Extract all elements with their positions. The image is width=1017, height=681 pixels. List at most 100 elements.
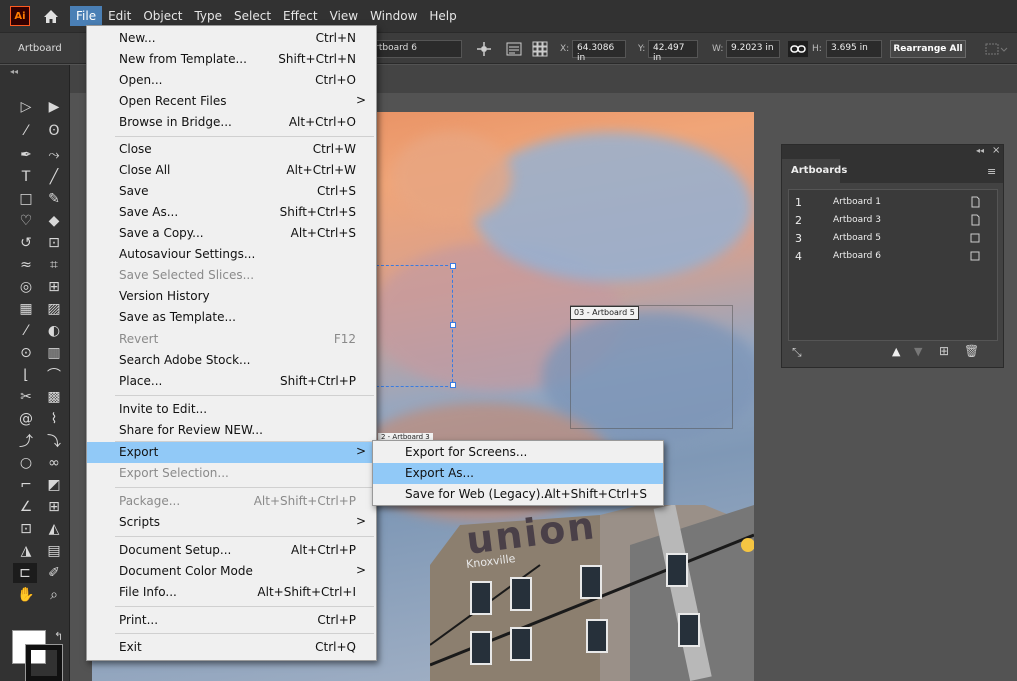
menu-item-exit[interactable]: Exit Ctrl+Q xyxy=(87,637,376,658)
menu-item-close[interactable]: Close Ctrl+W xyxy=(87,139,376,160)
width-tool-icon[interactable]: ≈ xyxy=(14,255,38,275)
menu-item-document-color-mode[interactable]: Document Color Mode > xyxy=(87,561,376,582)
line-tool-icon[interactable]: ╱ xyxy=(42,167,66,187)
crop-tool-icon[interactable]: ⊡ xyxy=(14,519,38,539)
zoom-tool-icon[interactable]: ⌕ xyxy=(42,585,66,605)
constrain-proportions-button[interactable] xyxy=(788,41,808,57)
column-graph-tool-icon[interactable]: ▥ xyxy=(42,343,66,363)
swap-colors-icon[interactable]: ↰ xyxy=(54,630,63,643)
artboard-tool-icon[interactable]: ⊏ xyxy=(13,563,37,583)
symbol-sprayer-tool-icon[interactable]: ⊙ xyxy=(14,343,38,363)
menu-window[interactable]: Window xyxy=(364,6,423,26)
artboard-options-icon[interactable] xyxy=(969,196,981,208)
rearrange-all-button[interactable]: Rearrange All xyxy=(890,40,966,58)
panel-menu-icon[interactable]: ≡ xyxy=(987,165,996,178)
menu-item-browse-in-bridge[interactable]: Browse in Bridge... Alt+Ctrl+O xyxy=(87,112,376,133)
more-options-icon[interactable] xyxy=(984,41,1008,57)
blend-tool-icon[interactable]: ◐ xyxy=(42,321,66,341)
menu-type[interactable]: Type xyxy=(188,6,228,26)
list-item[interactable]: 4 Artboard 6 xyxy=(789,247,997,265)
artboard-5-label[interactable]: 03 - Artboard 5 xyxy=(570,306,639,320)
menu-help[interactable]: Help xyxy=(423,6,462,26)
new-artboard-icon[interactable]: ⊞ xyxy=(939,344,949,358)
artboard-name-field[interactable]: Artboard 6 xyxy=(362,40,462,58)
curvature-alt-tool-icon[interactable]: ◭ xyxy=(42,519,66,539)
eraser-tool-icon[interactable]: ◆ xyxy=(42,211,66,231)
home-icon[interactable] xyxy=(40,5,62,27)
shaper-tool-icon[interactable]: ♡ xyxy=(14,211,38,231)
list-item[interactable]: 3 Artboard 5 xyxy=(789,229,997,247)
menu-select[interactable]: Select xyxy=(228,6,277,26)
reshape-tool-icon[interactable]: ⤴ xyxy=(14,431,38,451)
rearrange-artboards-icon[interactable]: ⤡ xyxy=(792,345,802,360)
live-paint-tool-icon[interactable]: ◩ xyxy=(42,475,66,495)
menu-item-new-from-template[interactable]: New from Template... Shift+Ctrl+N xyxy=(87,49,376,70)
magic-wand-tool-icon[interactable]: ⁄ xyxy=(14,121,38,141)
slice-tool-icon[interactable]: ⌊ xyxy=(14,365,38,385)
spiral-tool-icon[interactable]: @ xyxy=(14,409,38,429)
resize-handle[interactable] xyxy=(450,263,456,269)
shape-builder-tool-icon[interactable]: ◎ xyxy=(14,277,38,297)
type-tool-icon[interactable]: T xyxy=(14,167,38,187)
puppet-warp-tool-icon[interactable]: ✂ xyxy=(14,387,38,407)
h-field[interactable]: 3.695 in xyxy=(826,40,882,58)
menu-item-export[interactable]: Export > xyxy=(87,442,376,463)
pen-tool-icon[interactable]: ✒ xyxy=(14,145,38,165)
menu-item-export-as[interactable]: Export As... xyxy=(373,463,663,484)
mesh-tool-icon[interactable]: ▦ xyxy=(14,299,38,319)
direct-selection-tool-icon[interactable]: ▶ xyxy=(42,97,66,117)
stroke-swatch[interactable] xyxy=(25,644,63,681)
perspective-tool-icon[interactable]: ◮ xyxy=(14,541,38,561)
menu-item-save-as-template[interactable]: Save as Template... xyxy=(87,307,376,328)
menu-item-open-recent[interactable]: Open Recent Files > xyxy=(87,91,376,112)
menu-item-place[interactable]: Place... Shift+Ctrl+P xyxy=(87,371,376,392)
menu-item-open[interactable]: Open... Ctrl+O xyxy=(87,70,376,91)
brush-alt-tool-icon[interactable]: ✐ xyxy=(42,563,66,583)
resize-handle[interactable] xyxy=(450,322,456,328)
list-item[interactable]: 1 Artboard 1 xyxy=(789,193,997,211)
artboard-options-icon[interactable] xyxy=(969,232,981,244)
smooth-tool-icon[interactable]: ∠ xyxy=(14,497,38,517)
artboard-5-frame[interactable] xyxy=(570,305,733,429)
artboard-selection-box[interactable] xyxy=(376,263,456,388)
collapse-panel-icon[interactable]: ◂◂ xyxy=(976,146,984,155)
artboard-grid-icon[interactable]: ⊞ xyxy=(42,497,66,517)
hand-tool-icon[interactable]: ✋ xyxy=(14,585,38,605)
eyedropper-tool-icon[interactable]: ⁄ xyxy=(14,321,38,341)
knife-tool-icon[interactable]: ⌇ xyxy=(42,409,66,429)
menu-object[interactable]: Object xyxy=(137,6,188,26)
menu-item-file-info[interactable]: File Info... Alt+Shift+Ctrl+I xyxy=(87,582,376,603)
close-icon[interactable]: × xyxy=(992,145,1000,156)
perspective-grid-tool-icon[interactable]: ⊞ xyxy=(42,277,66,297)
menu-item-save-for-web[interactable]: Save for Web (Legacy)... Alt+Shift+Ctrl+S xyxy=(373,484,663,505)
selection-tool-icon[interactable]: ▷ xyxy=(14,97,38,117)
menu-item-save[interactable]: Save Ctrl+S xyxy=(87,181,376,202)
menu-item-new[interactable]: New... Ctrl+N xyxy=(87,28,376,49)
w-field[interactable]: 9.2023 in xyxy=(726,40,780,58)
menu-item-save-as[interactable]: Save As... Shift+Ctrl+S xyxy=(87,202,376,223)
tab-artboards[interactable]: Artboards xyxy=(782,159,847,183)
resize-handle[interactable] xyxy=(450,382,456,388)
image-trace-icon[interactable]: ▩ xyxy=(42,387,66,407)
list-item[interactable]: 2 Artboard 3 xyxy=(789,211,997,229)
menu-item-print[interactable]: Print... Ctrl+P xyxy=(87,610,376,631)
delete-artboard-icon[interactable]: 🗑 xyxy=(964,344,979,358)
x-field[interactable]: 64.3086 in xyxy=(572,40,626,63)
rotate-tool-icon[interactable]: ↺ xyxy=(14,233,38,253)
menu-item-invite-to-edit[interactable]: Invite to Edit... xyxy=(87,399,376,420)
menu-item-close-all[interactable]: Close All Alt+Ctrl+W xyxy=(87,160,376,181)
curvature-tool-icon[interactable]: ⤳ xyxy=(42,145,66,165)
rectangle-tool-icon[interactable]: □ xyxy=(14,189,38,209)
artboard-options-icon[interactable] xyxy=(969,250,981,262)
menu-item-save-a-copy[interactable]: Save a Copy... Alt+Ctrl+S xyxy=(87,223,376,244)
menu-item-autosave-settings[interactable]: Autosaviour Settings... xyxy=(87,244,376,265)
y-field[interactable]: 42.497 in xyxy=(648,40,698,63)
lasso-tool-icon[interactable]: ʘ xyxy=(42,121,66,141)
menu-item-scripts[interactable]: Scripts > xyxy=(87,512,376,533)
artboard-options-icon[interactable] xyxy=(506,41,522,57)
collapse-icon[interactable]: ◂◂ xyxy=(10,67,18,76)
move-up-icon[interactable]: ▲ xyxy=(892,345,900,358)
menu-view[interactable]: View xyxy=(324,6,364,26)
menu-edit[interactable]: Edit xyxy=(102,6,137,26)
rounded-ellipse-tool-icon[interactable]: ∞ xyxy=(42,453,66,473)
